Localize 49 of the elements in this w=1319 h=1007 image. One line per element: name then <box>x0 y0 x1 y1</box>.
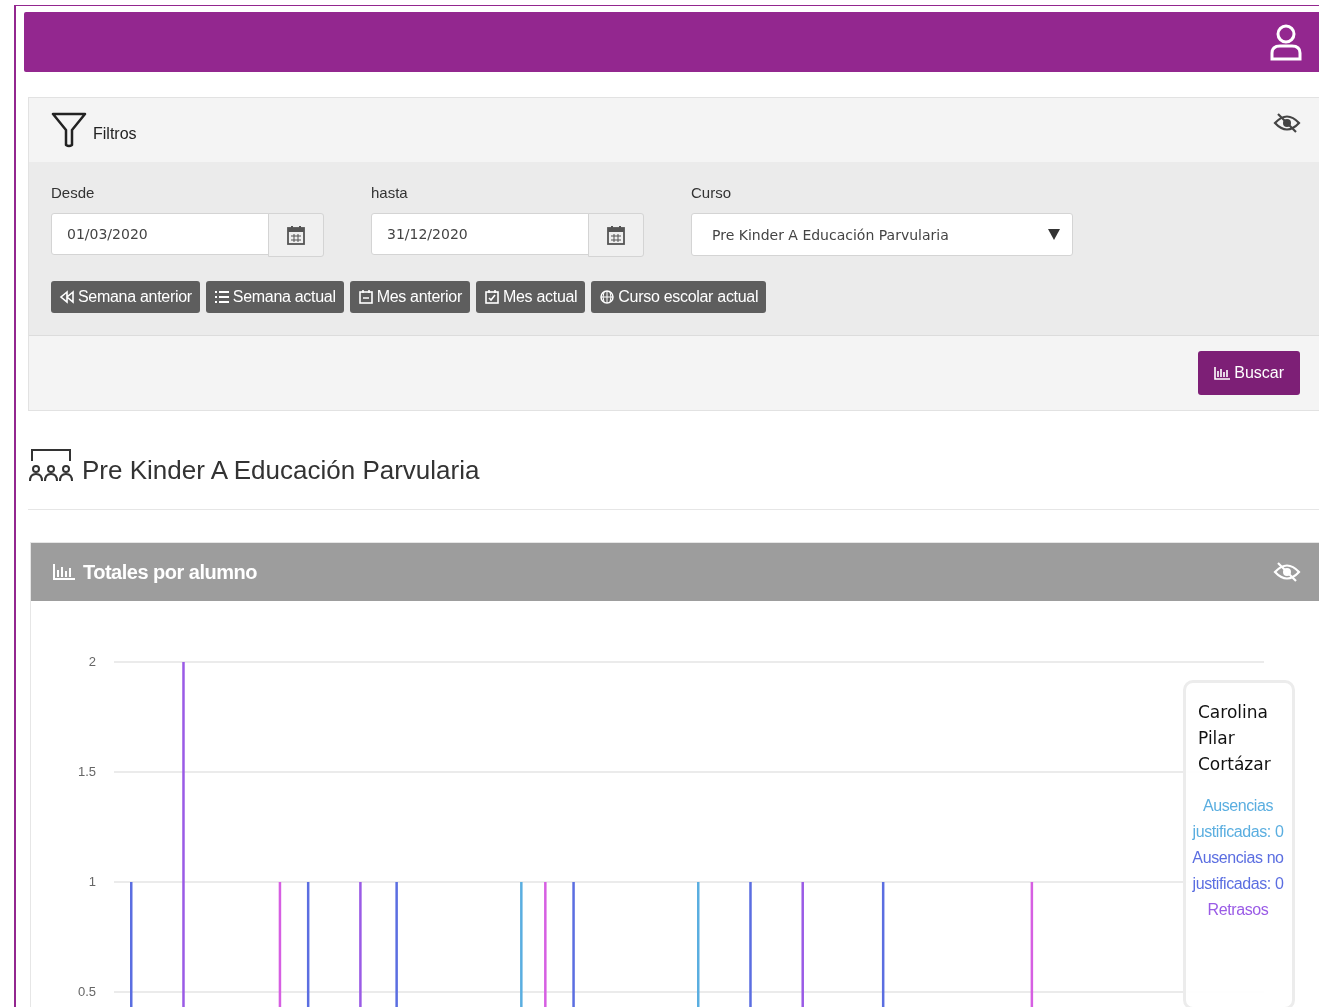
bar[interactable] <box>395 882 398 1007</box>
axis-tick-label: 1 <box>88 874 96 889</box>
tooltip-value: Ausencias no justificadas: 0 <box>1191 848 1285 894</box>
quick-range-button[interactable]: Semana anterior <box>51 281 200 313</box>
axis-tick-label: 2 <box>88 654 96 669</box>
quick-range-button[interactable]: Mes anterior <box>349 281 470 313</box>
bar[interactable] <box>1030 882 1034 1007</box>
field-label: Desde <box>51 184 96 201</box>
date-field[interactable]: 31/12/2020 <box>371 213 589 255</box>
calendar-button[interactable] <box>268 213 324 257</box>
user-icon[interactable] <box>1269 23 1303 61</box>
quick-range-button[interactable]: Semana actual <box>205 281 344 313</box>
bar[interactable] <box>359 882 362 1007</box>
caret-icon <box>1048 229 1060 240</box>
tooltip-value: Retrasos <box>1206 900 1270 920</box>
calendar-check-icon <box>483 290 500 304</box>
tooltip-value: Ausencias justificadas: 0 <box>1191 796 1285 842</box>
axis-tick-label: 1.5 <box>77 764 96 779</box>
bar-chart-icon <box>53 564 75 580</box>
calendar-icon <box>287 225 305 245</box>
tooltip-name: Carolina Pilar Cortázar <box>1198 701 1272 776</box>
bar[interactable] <box>130 882 133 1007</box>
bar[interactable] <box>306 882 310 1007</box>
filter-icon <box>51 112 87 148</box>
classroom-icon <box>28 447 74 483</box>
course-select[interactable]: Pre Kinder A Educación Parvularia <box>691 213 1073 256</box>
rewind-icon <box>59 290 75 304</box>
bar[interactable] <box>881 882 885 1007</box>
field-label: hasta <box>371 184 409 201</box>
field-label: Curso <box>691 184 732 201</box>
calendar-icon <box>607 225 625 245</box>
calendar-minus-icon <box>357 290 374 304</box>
bar[interactable] <box>278 882 282 1007</box>
course-title: Pre Kinder A Educación Parvularia <box>82 457 480 483</box>
axis-tick-label: 0.5 <box>77 984 96 999</box>
quick-range-button[interactable]: Curso escolar actual <box>591 281 767 313</box>
date-field[interactable]: 01/03/2020 <box>51 213 269 255</box>
hide-eye-icon[interactable] <box>1273 112 1301 134</box>
search-button[interactable]: Buscar <box>1198 351 1300 395</box>
bar-chart-icon <box>1214 366 1231 380</box>
quick-range-button[interactable]: Mes actual <box>475 281 586 313</box>
list-icon <box>213 290 230 304</box>
calendar-button[interactable] <box>588 213 644 257</box>
globe-icon <box>599 290 616 304</box>
panel-title: Filtros <box>93 125 137 143</box>
bar[interactable] <box>544 882 547 1007</box>
bar[interactable] <box>801 882 804 1007</box>
chart-panel-title: Totales por alumno <box>83 560 257 584</box>
bar[interactable] <box>572 882 575 1007</box>
